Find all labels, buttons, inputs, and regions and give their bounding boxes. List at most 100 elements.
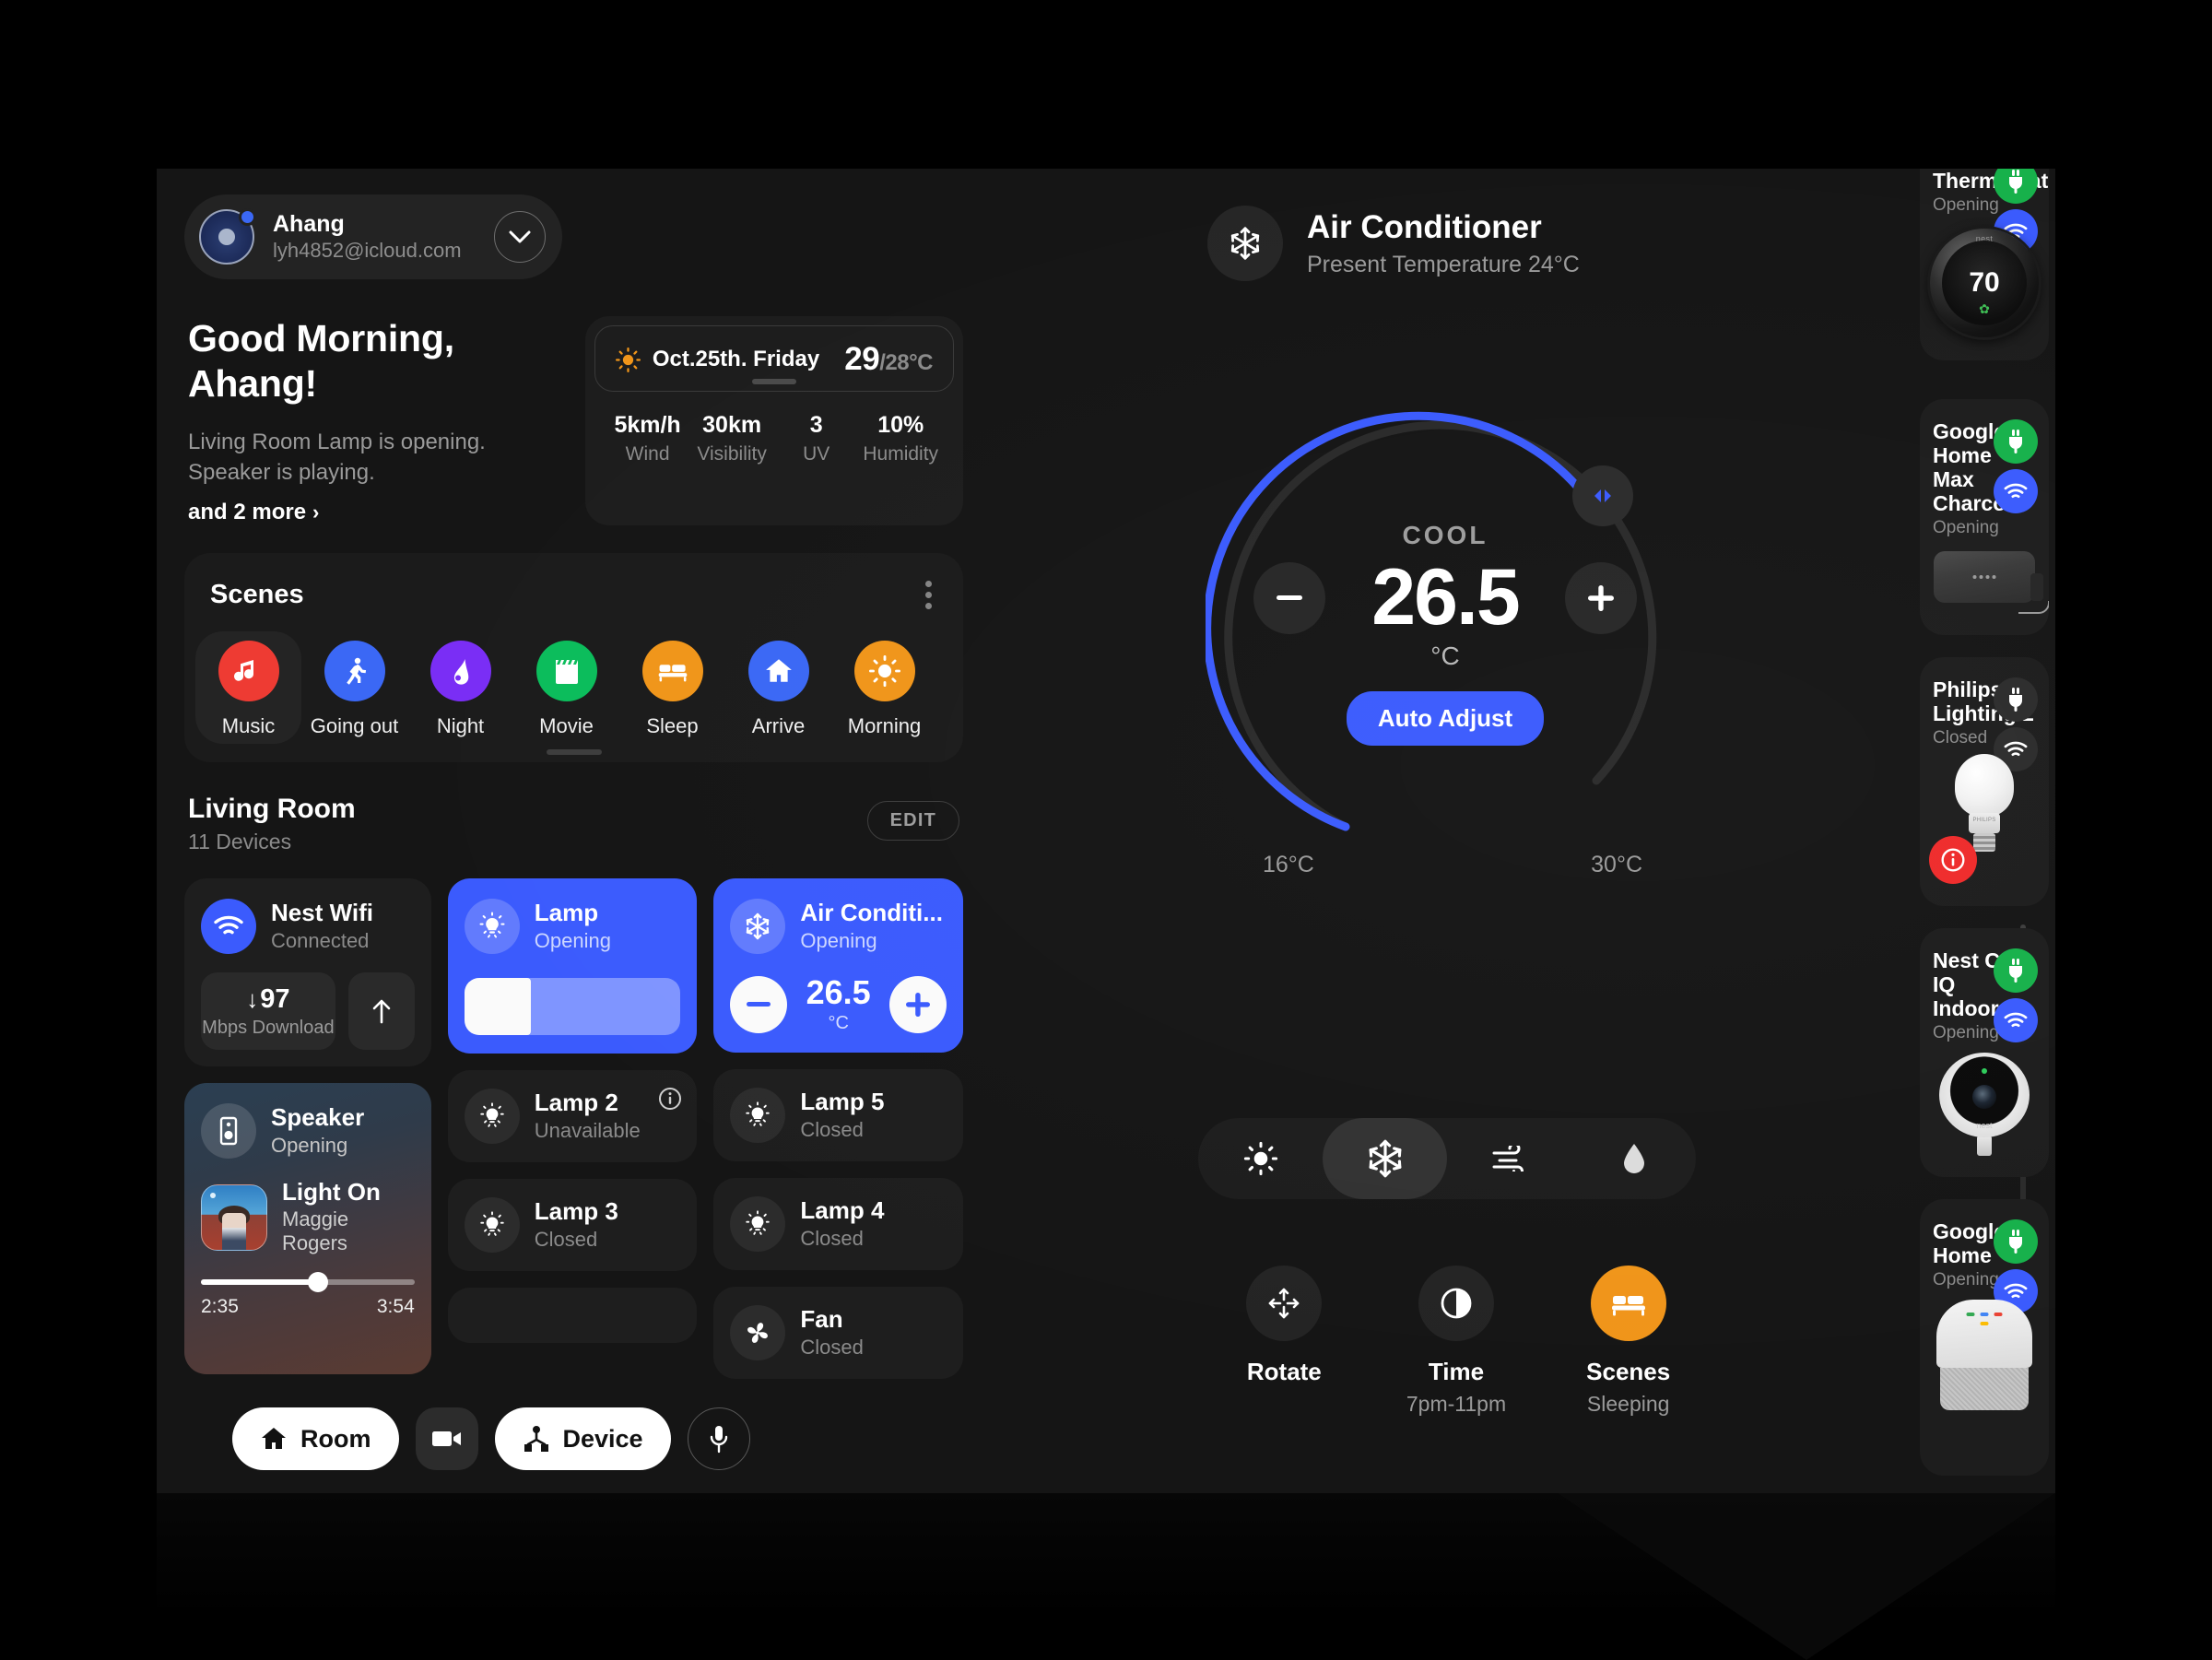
philips-bulb-product: PHILIPS bbox=[1955, 753, 2014, 852]
humidity-value: 10% bbox=[877, 412, 924, 438]
function-scenes-label: Scenes bbox=[1586, 1358, 1671, 1385]
function-rotate[interactable]: Rotate bbox=[1198, 1266, 1371, 1417]
function-time[interactable]: Time 7pm-11pm bbox=[1371, 1266, 1543, 1417]
function-buttons: Rotate Time 7pm-11pm Scenes Sleeping bbox=[1198, 1266, 1714, 1417]
scenes-scroll-handle[interactable] bbox=[546, 748, 602, 755]
edit-button[interactable]: EDIT bbox=[866, 800, 959, 841]
weather-low: /28°C bbox=[879, 350, 933, 375]
temperature-dial[interactable]: COOL 26.5 °C Auto Adjust 16°C 30°C bbox=[1206, 394, 1685, 877]
device-card-air-conditioner[interactable]: Air Conditi... Opening 26.5 °C bbox=[713, 877, 963, 1053]
arrow-up-icon[interactable] bbox=[347, 971, 415, 1050]
album-art bbox=[201, 1183, 267, 1251]
plug-icon[interactable] bbox=[1994, 677, 2038, 722]
device-state: Closed bbox=[534, 1227, 598, 1251]
brightness-slider[interactable] bbox=[464, 977, 681, 1035]
plug-icon[interactable] bbox=[1994, 1219, 2038, 1264]
device-state: Closed bbox=[800, 1335, 864, 1359]
device-name: Lamp 3 bbox=[534, 1196, 618, 1225]
sidebar-card-google-home-max[interactable]: Google Home Max Charcoal Opening bbox=[1920, 399, 2049, 635]
scene-item-sleep[interactable]: Sleep bbox=[619, 631, 725, 744]
device-row-lamp-4[interactable]: Lamp 4 Closed bbox=[713, 1177, 963, 1270]
track-title: Light On bbox=[282, 1177, 381, 1206]
device-card-speaker[interactable]: Speaker Opening Light On Maggie Rogers 2… bbox=[184, 1082, 431, 1374]
chevron-right-icon: › bbox=[312, 500, 320, 524]
function-rotate-label: Rotate bbox=[1246, 1358, 1322, 1385]
room-device-count: 11 Devices bbox=[188, 829, 292, 854]
mode-selector bbox=[1198, 1118, 1696, 1199]
snowflake-icon bbox=[1369, 1139, 1401, 1178]
humidity-label: Humidity bbox=[863, 443, 939, 465]
device-row-fan[interactable]: Fan Closed bbox=[713, 1286, 963, 1379]
plug-icon[interactable] bbox=[1994, 948, 2038, 993]
weather-temp: 29/28°C bbox=[844, 341, 933, 378]
scene-item-movie[interactable]: Movie bbox=[513, 631, 619, 744]
sidebar-card-philips-lighting-2[interactable]: Philips Lighting 2 Closed PHILIPS bbox=[1920, 657, 2049, 906]
scene-item-music[interactable]: Music bbox=[195, 630, 301, 744]
avatar bbox=[199, 208, 256, 265]
device-card-nest-wifi[interactable]: Nest Wifi Connected ↓ 97 Mbps Download bbox=[184, 877, 431, 1066]
sidebar-card-nest-cam-iq-indoor[interactable]: Nest Cam IQ Indoor Opening nest bbox=[1920, 928, 2049, 1177]
scene-item-going-out[interactable]: Going out bbox=[301, 631, 407, 744]
scene-item-night[interactable]: Night bbox=[407, 631, 513, 744]
mode-cool[interactable] bbox=[1323, 1118, 1447, 1199]
plug-icon[interactable] bbox=[1994, 419, 2038, 464]
droplet-icon bbox=[1623, 1144, 1644, 1173]
home-icon bbox=[747, 640, 809, 701]
scene-item-morning[interactable]: Morning bbox=[831, 631, 937, 744]
weather-drag-handle[interactable] bbox=[751, 379, 796, 384]
scene-item-arrive[interactable]: Arrive bbox=[725, 631, 831, 744]
weather-stat-visibility: 30km Visibility bbox=[689, 412, 774, 465]
function-time-sub: 7pm-11pm bbox=[1406, 1392, 1507, 1416]
ac-increase-button[interactable] bbox=[889, 976, 947, 1034]
dial-range-min: 16°C bbox=[1263, 852, 1314, 877]
more-vertical-icon[interactable] bbox=[920, 575, 937, 615]
auto-adjust-button[interactable]: Auto Adjust bbox=[1346, 691, 1545, 746]
download-speed[interactable]: ↓ 97 Mbps Download bbox=[201, 971, 335, 1050]
device-row-lamp-3[interactable]: Lamp 3 Closed bbox=[447, 1178, 698, 1271]
slider-knob[interactable] bbox=[308, 1272, 329, 1293]
wifi-icon[interactable] bbox=[1994, 998, 2038, 1042]
mode-fan[interactable] bbox=[1447, 1118, 1571, 1199]
function-scenes[interactable]: Scenes Sleeping bbox=[1542, 1266, 1714, 1417]
device-row-lamp-5[interactable]: Lamp 5 Closed bbox=[713, 1068, 963, 1161]
app-root: Ahang lyh4852@icloud.com Good Morning, A… bbox=[0, 0, 2212, 1660]
account-name: Ahang bbox=[273, 210, 345, 237]
dial-increase-button[interactable] bbox=[1565, 561, 1637, 634]
wifi-icon[interactable] bbox=[1994, 469, 2038, 513]
sidebar-card-google-home[interactable]: Google Home Opening bbox=[1920, 1199, 2049, 1476]
room-title: Living Room bbox=[188, 793, 356, 824]
fan-icon bbox=[730, 1304, 786, 1360]
mode-humidity[interactable] bbox=[1571, 1118, 1696, 1199]
info-icon[interactable] bbox=[658, 1087, 682, 1115]
microphone-icon bbox=[710, 1426, 727, 1454]
nav-camera-button[interactable] bbox=[415, 1407, 478, 1470]
and-more-link[interactable]: and 2 more › bbox=[188, 500, 319, 525]
chevron-down-icon[interactable] bbox=[494, 211, 546, 263]
dial-drag-handle[interactable] bbox=[1572, 465, 1633, 526]
speaker-icon bbox=[201, 1102, 256, 1159]
playback-slider[interactable] bbox=[201, 1272, 415, 1293]
sidebar-card-thermostat[interactable]: Thermostat Opening nest 70 ✿ bbox=[1920, 169, 2049, 360]
mode-heat[interactable] bbox=[1198, 1118, 1323, 1199]
sun-icon bbox=[853, 640, 915, 701]
bed-icon bbox=[1590, 1266, 1666, 1341]
device-state: Closed bbox=[800, 1226, 864, 1250]
nav-room-button[interactable]: Room bbox=[232, 1407, 399, 1470]
ac-decrease-button[interactable] bbox=[730, 976, 788, 1034]
dial-decrease-button[interactable] bbox=[1253, 561, 1325, 634]
account-pill[interactable]: Ahang lyh4852@icloud.com bbox=[184, 194, 562, 279]
nav-microphone-button[interactable] bbox=[687, 1407, 750, 1470]
time-elapsed: 2:35 bbox=[201, 1296, 239, 1318]
dashboard-panel: Ahang lyh4852@icloud.com Good Morning, A… bbox=[157, 169, 2055, 1493]
device-card-lamp[interactable]: Lamp Opening bbox=[447, 877, 698, 1054]
nest-cam-product: nest bbox=[1939, 1052, 2030, 1137]
track-artist: Maggie Rogers bbox=[282, 1207, 349, 1255]
device-row-partial[interactable] bbox=[447, 1287, 698, 1343]
nav-device-button[interactable]: Device bbox=[494, 1407, 671, 1470]
alert-info-icon[interactable] bbox=[1929, 836, 1977, 884]
weather-widget[interactable]: Oct.25th. Friday 29/28°C 5km/h Wind 30km bbox=[584, 316, 963, 525]
scene-label: Going out bbox=[310, 713, 399, 737]
google-home-product bbox=[1936, 1299, 2032, 1410]
device-row-lamp-2[interactable]: Lamp 2 Unavailable bbox=[447, 1069, 698, 1162]
scenes-list: Music Going out Night Movie Sleep Arrive Morni… bbox=[184, 630, 963, 744]
